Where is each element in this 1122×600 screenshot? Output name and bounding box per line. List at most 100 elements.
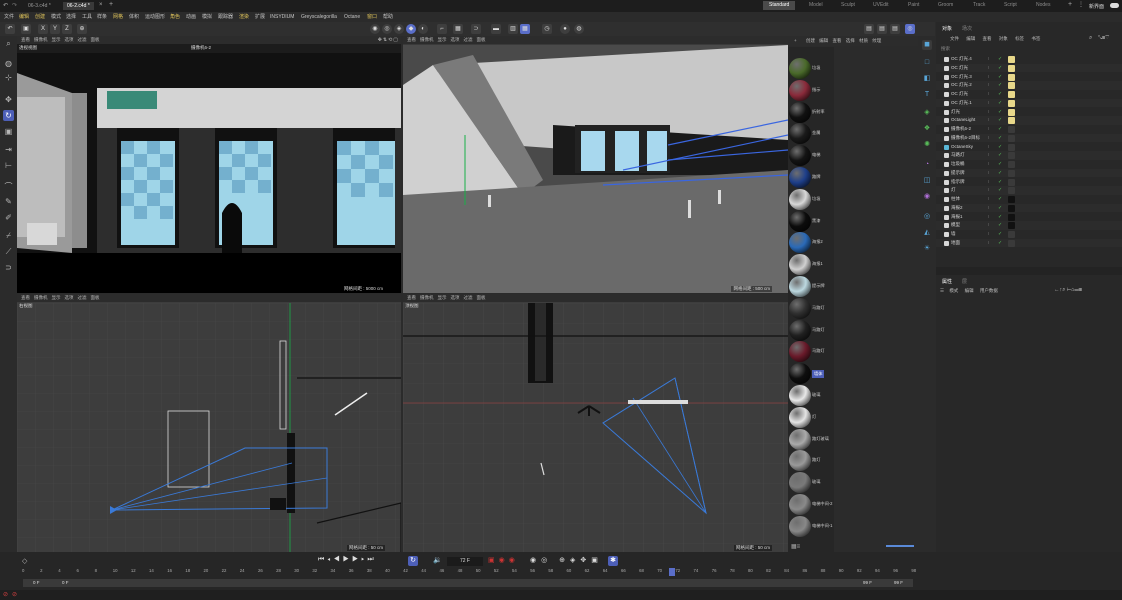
- material-swatch[interactable]: [789, 276, 811, 297]
- material-label[interactable]: 黑漆: [812, 218, 820, 224]
- layout-tab-script[interactable]: Script: [1004, 1, 1017, 10]
- enabled-check-icon[interactable]: ✓: [998, 195, 1002, 204]
- model-mode-icon[interactable]: ◉: [370, 24, 380, 34]
- pen-icon[interactable]: ✎: [3, 196, 14, 207]
- visibility-dots-icon[interactable]: ⁝: [988, 64, 989, 73]
- visibility-dots-icon[interactable]: ⁝: [988, 204, 989, 213]
- menu-render[interactable]: 渲染: [239, 13, 249, 21]
- material-swatch[interactable]: [789, 494, 811, 515]
- object-name[interactable]: OC 灯光.2: [951, 81, 972, 90]
- enabled-check-icon[interactable]: ✓: [998, 73, 1002, 82]
- live-select-icon[interactable]: ◍: [3, 58, 14, 69]
- object-name[interactable]: 摄像机6-2目标: [951, 134, 980, 143]
- object-name[interactable]: OC 灯光.1: [951, 99, 972, 108]
- viewport-right[interactable]: 查看摄像机显示选项过滤面板 右视图 网格间距 : 50 cm: [17, 294, 401, 552]
- object-name[interactable]: OctaneLight: [951, 116, 975, 125]
- materials-menu-texture[interactable]: 纹理: [872, 38, 881, 43]
- panel-search-icon[interactable]: ⌕: [1089, 35, 1092, 42]
- layout-tab-paint[interactable]: Paint: [908, 1, 919, 10]
- material-zoom-slider[interactable]: [886, 545, 914, 547]
- vp-menu-options[interactable]: 选项: [451, 295, 460, 300]
- layout-tab-uvedit[interactable]: UVEdit: [873, 1, 889, 10]
- tag-icon[interactable]: [1008, 73, 1015, 81]
- material-label[interactable]: 海报1: [812, 261, 823, 267]
- layout-tab-sculpt[interactable]: Sculpt: [841, 1, 855, 10]
- object-row[interactable]: 地面 ⁝ ✓: [936, 238, 1122, 248]
- end-frame-b[interactable]: 99 F: [894, 580, 903, 585]
- layout-tab-nodes[interactable]: Nodes: [1036, 1, 1050, 10]
- obj-menu-view[interactable]: 查看: [983, 36, 992, 41]
- object-row[interactable]: 垃圾桶 ⁝ ✓: [936, 160, 1122, 169]
- warning-icon[interactable]: ⊘: [3, 591, 8, 598]
- materials-menu-edit[interactable]: 编辑: [819, 38, 828, 43]
- material-swatch[interactable]: [789, 515, 811, 537]
- material-swatch[interactable]: [789, 79, 811, 101]
- point-mode-icon[interactable]: ◎: [382, 24, 392, 34]
- coordinate-icon[interactable]: ⊕: [77, 24, 87, 34]
- enabled-check-icon[interactable]: ✓: [998, 64, 1002, 73]
- tag-icon[interactable]: [1008, 213, 1015, 221]
- vp-menu-view[interactable]: 查看: [21, 37, 30, 42]
- materials-menu-material[interactable]: 材质: [859, 38, 868, 43]
- visibility-dots-icon[interactable]: ⁝: [988, 195, 989, 204]
- tag-icon[interactable]: [1008, 169, 1015, 177]
- enabled-check-icon[interactable]: ✓: [998, 81, 1002, 90]
- object-name[interactable]: 马路灯: [951, 151, 965, 160]
- attr-nav-icons[interactable]: ←↑⌕ ⊢⌂▭⊞: [1054, 287, 1082, 294]
- object-row[interactable]: OctaneSky ⁝ ✓: [936, 143, 1122, 152]
- material-label[interactable]: 折射率: [812, 109, 825, 115]
- visibility-dots-icon[interactable]: ⁝: [988, 81, 989, 90]
- material-label[interactable]: 路灯玻璃: [812, 436, 829, 442]
- vp-menu-panel[interactable]: 面板: [91, 295, 100, 300]
- vp-menu-camera[interactable]: 摄像机: [420, 295, 434, 300]
- select-icon[interactable]: ⊹: [3, 72, 14, 83]
- object-row[interactable]: OC 灯光 ⁝ ✓: [936, 90, 1122, 99]
- material-swatch[interactable]: [789, 101, 811, 123]
- layout-tab-track[interactable]: Track: [973, 1, 985, 10]
- object-row[interactable]: 指示牌 ⁝ ✓: [936, 178, 1122, 187]
- viewport-top[interactable]: 查看摄像机显示选项过滤面板 顶视图 网格间距 : 50 cm: [403, 294, 788, 552]
- visibility-dots-icon[interactable]: ⁝: [988, 230, 989, 239]
- visibility-dots-icon[interactable]: ⁝: [988, 73, 989, 82]
- object-name[interactable]: 摄像机6-2: [951, 125, 971, 134]
- enabled-check-icon[interactable]: ✓: [998, 151, 1002, 160]
- menu-edit[interactable]: 编辑: [19, 13, 29, 21]
- enabled-check-icon[interactable]: ✓: [998, 169, 1002, 178]
- object-name[interactable]: 柱体: [951, 195, 960, 204]
- menu-tools[interactable]: 工具: [82, 13, 92, 21]
- tag-icon[interactable]: [1008, 56, 1015, 63]
- object-name[interactable]: OC 灯光.4: [951, 55, 972, 64]
- snap-icon[interactable]: ⌐: [437, 24, 447, 34]
- primitive-icon[interactable]: ◧: [922, 74, 932, 84]
- vp-menu-display[interactable]: 显示: [438, 295, 447, 300]
- enabled-check-icon[interactable]: ✓: [998, 143, 1002, 152]
- object-name[interactable]: 灯: [951, 186, 956, 195]
- frame-ruler[interactable]: 0 2 4 6 8 10 12 14 16 18 20 22 24 26 28 30 32 34 36 38 40 42 4…: [0, 558, 1122, 578]
- tag-icon[interactable]: [1008, 143, 1015, 151]
- grid-icon[interactable]: ▥: [508, 24, 518, 34]
- enabled-check-icon[interactable]: ✓: [998, 116, 1002, 125]
- material-label[interactable]: 马路灯: [812, 348, 825, 354]
- enabled-check-icon[interactable]: ✓: [998, 108, 1002, 117]
- vp-menu-filter[interactable]: 过滤: [464, 37, 473, 42]
- vp-menu-display[interactable]: 显示: [438, 37, 447, 42]
- tag-icon[interactable]: [1008, 134, 1015, 142]
- material-swatch[interactable]: [789, 297, 811, 319]
- tag-icon[interactable]: [1008, 117, 1015, 125]
- object-name[interactable]: 模型: [951, 221, 960, 230]
- render-region-icon[interactable]: ●: [560, 24, 570, 34]
- viewport-perspective[interactable]: 查看摄像机显示选项过滤面板 透视视图 网格间距 : 500 cm: [403, 36, 788, 293]
- tag-icon[interactable]: [1008, 64, 1015, 72]
- polygon-mode-icon[interactable]: ◆: [406, 24, 416, 34]
- axis-icon[interactable]: ⊢: [3, 160, 14, 171]
- undo-tool-icon[interactable]: ↶: [5, 24, 15, 34]
- timer-icon[interactable]: ◷: [542, 24, 552, 34]
- menu-simulate[interactable]: 模拟: [202, 13, 212, 21]
- layout-tab-standard[interactable]: Standard: [763, 1, 796, 10]
- material-swatch[interactable]: [789, 341, 811, 363]
- object-row[interactable]: 墙 ⁝ ✓: [936, 230, 1122, 239]
- visibility-dots-icon[interactable]: ⁝: [988, 221, 989, 230]
- visibility-dots-icon[interactable]: ⁝: [988, 169, 989, 178]
- materials-menu-select[interactable]: 选择: [846, 38, 855, 43]
- brush-icon[interactable]: ⌿: [3, 230, 14, 241]
